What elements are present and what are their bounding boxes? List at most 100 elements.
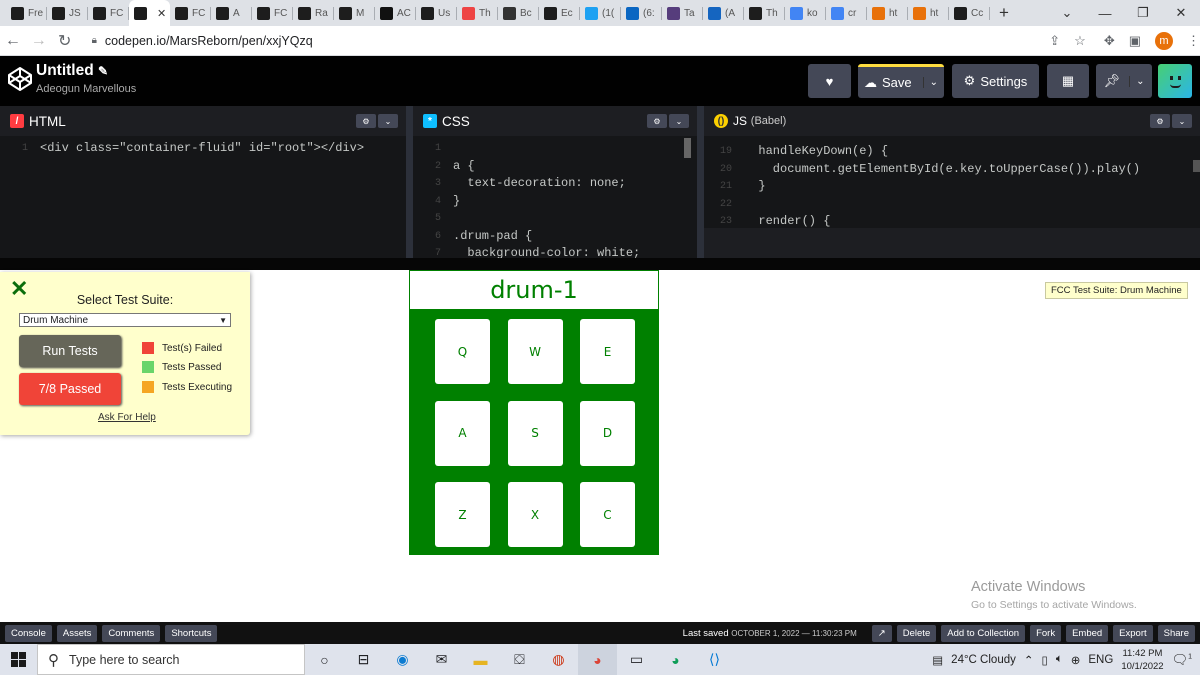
user-avatar[interactable] <box>1158 64 1192 98</box>
browser-tab[interactable]: ht <box>867 0 908 26</box>
restore-button[interactable]: ❐ <box>1124 5 1162 21</box>
browser-tab[interactable]: cr <box>826 0 867 26</box>
browser-menu-icon[interactable]: ⋮ <box>1187 33 1200 49</box>
js-chevron-icon[interactable]: ⌄ <box>1172 114 1192 128</box>
drum-pad[interactable]: Z <box>435 482 490 547</box>
footer-left-button[interactable]: Comments <box>102 624 161 642</box>
resize-bar[interactable] <box>0 258 1200 270</box>
footer-right-button[interactable]: Add to Collection <box>941 624 1026 642</box>
css-scrollbar[interactable] <box>684 138 691 158</box>
bookmark-star-icon[interactable]: ☆ <box>1074 33 1086 49</box>
weather-text[interactable]: 24°C Cloudy <box>951 654 1016 666</box>
save-button[interactable]: ☁ Save ⌄ <box>858 64 944 98</box>
browser-tab[interactable]: (6: <box>621 0 662 26</box>
pen-author[interactable]: Adeogun Marvellous <box>36 83 136 95</box>
browser-tab[interactable]: ko <box>785 0 826 26</box>
save-dropdown-chevron-icon[interactable]: ⌄ <box>922 77 938 88</box>
volume-icon[interactable]: 🔈︎ <box>1056 653 1063 666</box>
footer-left-button[interactable]: Console <box>5 624 52 642</box>
side-panel-icon[interactable]: ▣ <box>1129 33 1141 49</box>
external-view-button[interactable]: ↗ <box>871 624 892 642</box>
terminal-icon[interactable]: ▭ <box>617 644 656 675</box>
ask-for-help-link[interactable]: Ask For Help <box>98 412 156 423</box>
close-tab-icon[interactable]: ✕ <box>157 7 166 20</box>
footer-left-button[interactable]: Shortcuts <box>165 624 218 642</box>
browser-tab[interactable]: Bc <box>498 0 539 26</box>
extensions-icon[interactable]: ✥ <box>1104 33 1115 49</box>
css-settings-icon[interactable]: ⚙ <box>647 114 667 128</box>
js-settings-icon[interactable]: ⚙ <box>1150 114 1170 128</box>
mail-icon[interactable]: ✉ <box>422 644 461 675</box>
html-editor[interactable]: / HTML ⚙ ⌄ 1 <div class="container-fluid" … <box>0 106 406 258</box>
drum-pad[interactable]: W <box>507 319 563 384</box>
notification-icon[interactable]: 🗨︎1 <box>1172 652 1192 668</box>
browser-tab[interactable]: (A <box>703 0 744 26</box>
editor-divider[interactable] <box>697 106 704 258</box>
file-explorer-icon[interactable]: ▬ <box>461 644 500 675</box>
codepen-logo-icon[interactable] <box>7 66 33 92</box>
edge-icon[interactable]: ◉ <box>383 644 422 675</box>
clock[interactable]: 11:42 PM 10/1/2022 <box>1121 647 1163 673</box>
html-code[interactable]: 1 <div class="container-fluid" id="root">… <box>0 136 406 258</box>
drum-pad[interactable]: E <box>580 319 635 384</box>
tab-search-icon[interactable]: ⌄ <box>1048 5 1086 21</box>
pin-dropdown-chevron-icon[interactable]: ⌄ <box>1129 75 1144 87</box>
profile-avatar[interactable]: m <box>1155 31 1174 50</box>
settings-button[interactable]: ⚙ Settings <box>952 64 1039 98</box>
windows-start-icon[interactable] <box>0 644 36 675</box>
browser-tab[interactable]: Cc <box>949 0 990 26</box>
network-icon[interactable]: ⊕ <box>1071 653 1081 667</box>
css-code[interactable]: 12a {3 text-decoration: none; 4} 5 6 .drum-p… <box>413 136 697 258</box>
fcc-suite-tag[interactable]: FCC Test Suite: Drum Machine <box>1045 282 1188 299</box>
browser-tab[interactable]: ht <box>908 0 949 26</box>
footer-left-button[interactable]: Assets <box>56 624 98 642</box>
pen-title[interactable]: Untitled ✎ <box>36 62 108 80</box>
browser-tab[interactable]: A <box>211 0 252 26</box>
store-icon[interactable]: ⛋ <box>500 644 539 675</box>
change-view-button[interactable]: ▦ <box>1047 64 1089 98</box>
browser-tab[interactable]: JS <box>47 0 88 26</box>
css-editor[interactable]: * CSS ⚙ ⌄ 12a {3 text-decoration: none; 4}… <box>413 106 697 258</box>
language-indicator[interactable]: ENG <box>1088 654 1113 666</box>
browser-tab[interactable]: Ra <box>293 0 334 26</box>
share-icon[interactable]: ⇪ <box>1049 33 1060 49</box>
chrome-alt-icon[interactable]: ◕ <box>656 644 695 675</box>
drum-pad[interactable]: X <box>507 482 563 547</box>
footer-right-button[interactable]: Fork <box>1030 624 1062 642</box>
close-window-button[interactable]: ✕ <box>1162 5 1200 21</box>
tray-chevron-icon[interactable]: ⌃ <box>1024 653 1034 667</box>
pencil-icon[interactable]: ✎ <box>98 64 108 78</box>
browser-tab[interactable]: Ta <box>662 0 703 26</box>
browser-tab[interactable]: Us <box>416 0 457 26</box>
reload-icon[interactable]: ↻ <box>52 31 78 51</box>
js-editor[interactable]: () JS (Babel) ⚙⌄ 17 }1819 handleKeyDown(… <box>704 106 1200 258</box>
browser-tab[interactable]: ✕ <box>129 0 170 26</box>
back-icon[interactable]: ← <box>0 32 26 50</box>
run-tests-button[interactable]: Run Tests <box>19 335 121 367</box>
browser-tab[interactable]: Th <box>744 0 785 26</box>
browser-tab[interactable]: Ec <box>539 0 580 26</box>
browser-tab[interactable]: FC <box>88 0 129 26</box>
pin-button[interactable]: 📌︎ ⌄ <box>1096 64 1152 98</box>
new-tab-button[interactable]: + <box>990 0 1018 26</box>
browser-tab[interactable]: FC <box>170 0 211 26</box>
weather-icon[interactable]: ▤ <box>932 653 943 667</box>
forward-icon[interactable]: → <box>26 32 52 50</box>
browser-tab[interactable]: FC <box>252 0 293 26</box>
footer-right-button[interactable]: Embed <box>1066 624 1109 642</box>
drum-pad[interactable]: S <box>507 400 563 466</box>
drum-pad[interactable]: Q <box>435 319 490 384</box>
js-scrollbar[interactable] <box>1193 160 1200 172</box>
task-view-icon[interactable]: ⊟ <box>344 644 383 675</box>
drum-pad[interactable]: A <box>435 400 490 466</box>
html-settings-icon[interactable]: ⚙ <box>356 114 376 128</box>
browser-tab[interactable]: AC <box>375 0 416 26</box>
minimize-button[interactable]: — <box>1086 6 1124 21</box>
footer-right-button[interactable]: Share <box>1157 624 1195 642</box>
drum-pad[interactable]: C <box>580 482 635 547</box>
browser-tab[interactable]: M <box>334 0 375 26</box>
battery-icon[interactable]: ▯ <box>1042 653 1048 667</box>
vscode-icon[interactable]: ⟨⟩ <box>695 644 734 675</box>
antivirus-icon[interactable]: ◍ <box>539 644 578 675</box>
browser-tab[interactable]: Th <box>457 0 498 26</box>
